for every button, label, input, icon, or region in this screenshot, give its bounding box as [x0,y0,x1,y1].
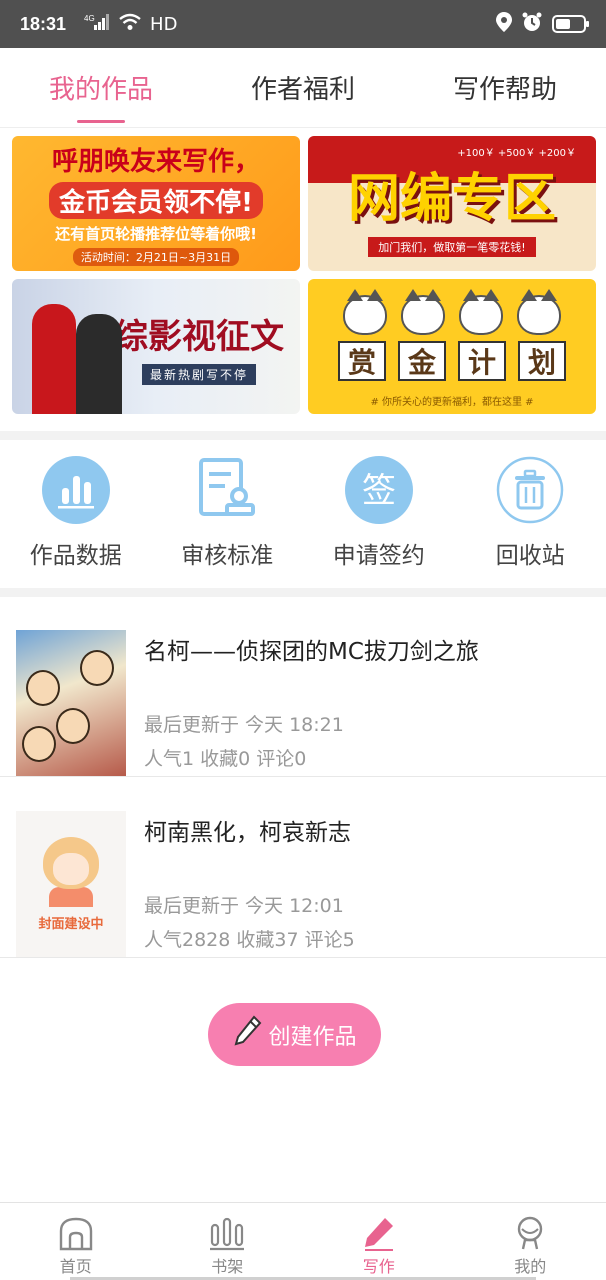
nav-profile[interactable]: 我的 [455,1203,606,1280]
alarm-icon [522,12,542,37]
location-icon [496,11,512,37]
document-stamp-icon [193,456,261,524]
banner-bounty-title: 赏 金 计 划 [338,340,566,381]
tab-author-benefits[interactable]: 作者福利 [202,48,404,127]
shortcut-apply-contract[interactable]: 签 申请签约 [303,440,455,588]
tab-my-works[interactable]: 我的作品 [0,48,202,127]
home-icon [56,1213,96,1253]
banner-grid: 呼朋唤友来写作， 金币会员领不停! 还有首页轮播推荐位等着你哦! 活动时间：2月… [12,136,596,414]
nav-write[interactable]: 写作 [303,1203,455,1280]
banner-tv-figures [26,296,136,414]
bounty-char: 赏 [338,340,386,381]
cat-icon [401,288,445,335]
svg-text:签: 签 [362,471,396,511]
shortcut-recycle-bin[interactable]: 回收站 [455,440,606,588]
work-cover-placeholder: 封面建设中 [16,811,126,957]
banner-invite-line1: 呼朋唤友来写作， [51,147,260,177]
banner-tv-subtitle: 最新热剧写不停 [141,363,256,385]
shortcut-row: 作品数据 审核标准 签 申请签约 回收站 [0,440,606,588]
figure-red [32,304,76,414]
banner-invite-date: 活动时间：2月21日~3月31日 [72,248,240,266]
bounty-char: 金 [398,340,446,381]
work-updated: 最后更新于 今天 12:01 [144,895,344,917]
banner-editor-title: 网编专区 [347,169,556,229]
create-work-button[interactable]: 创建作品 [208,1003,381,1066]
trash-icon [496,456,564,524]
banner-tv-title: 综影视征文 [114,316,284,357]
wifi-icon [118,13,142,36]
top-tabs: 我的作品 作者福利 写作帮助 [0,48,606,128]
avatar-face [53,852,89,885]
work-updated: 最后更新于 今天 18:21 [144,714,344,736]
nav-bookshelf[interactable]: 书架 [152,1203,304,1280]
banner-cats [343,288,561,335]
section-divider [0,431,606,440]
work-title: 柯南黑化，柯哀新志 [144,820,351,846]
bookshelf-icon [207,1213,247,1253]
network-label: 4G [84,14,95,23]
work-item[interactable]: 封面建设中 柯南黑化，柯哀新志 最后更新于 今天 12:01 人气2828 收藏… [0,777,606,958]
cat-icon [517,288,561,335]
nav-label: 首页 [59,1257,92,1276]
work-cover-image [16,630,126,776]
banner-invite-line3: 还有首页轮播推荐位等着你哦! [55,225,257,243]
profile-icon [510,1213,550,1253]
cover-placeholder-text: 封面建设中 [38,916,104,932]
shortcut-label: 审核标准 [181,543,274,569]
nav-label: 我的 [514,1257,547,1276]
bar-chart-icon [41,456,110,524]
banner-editor-note: +100￥ +500￥ +200￥ [457,148,576,159]
signal-icon: 4G [84,13,110,36]
bottom-nav: 首页 书架 写作 我的 [0,1202,606,1280]
banner-bounty-note: # 你所关心的更新福利，都在这里 # [370,397,534,408]
work-stats: 人气1 收藏0 评论0 [144,748,307,770]
battery-fill [556,19,571,29]
create-work-label: 创建作品 [268,1024,357,1050]
cat-icon [343,288,387,335]
bounty-char: 划 [518,340,566,381]
work-item[interactable]: 名柯——侦探团的MC拔刀剑之旅 最后更新于 今天 18:21 人气1 收藏0 评… [0,596,606,777]
nav-label: 书架 [211,1257,244,1276]
pen-icon [359,1213,399,1253]
shortcut-label: 申请签约 [332,543,425,569]
work-title: 名柯——侦探团的MC拔刀剑之旅 [144,639,479,665]
shortcut-label: 作品数据 [29,543,122,569]
character-face [56,708,90,744]
shortcut-review-standard[interactable]: 审核标准 [152,440,304,588]
status-bar: 18:31 4G HD [0,0,606,48]
shortcut-work-data[interactable]: 作品数据 [0,440,152,588]
figure-black [76,314,122,414]
shortcut-label: 回收站 [495,543,565,569]
avatar-body [49,886,93,907]
character-face [22,726,56,762]
banner-invite-friends[interactable]: 呼朋唤友来写作， 金币会员领不停! 还有首页轮播推荐位等着你哦! 活动时间：2月… [12,136,300,271]
wifi-label: HD [150,13,178,35]
banner-editor-subtitle: 加门我们，做取第一笔零花钱! [368,237,536,257]
character-face [80,650,114,686]
cat-icon [459,288,503,335]
character-face [26,670,60,706]
avatar-head [43,836,99,889]
status-time: 18:31 [20,13,67,34]
nav-label: 写作 [362,1257,395,1276]
pencil-icon [232,1015,262,1055]
nav-home[interactable]: 首页 [0,1203,152,1280]
bounty-char: 计 [458,340,506,381]
work-stats: 人气2828 收藏37 评论5 [144,929,355,951]
battery-icon [552,15,589,33]
banner-editor-zone[interactable]: +100￥ +500￥ +200￥ 网编专区 加门我们，做取第一笔零花钱! [308,136,596,271]
sign-icon: 签 [344,456,413,524]
banner-tv-contest[interactable]: 综影视征文 最新热剧写不停 [12,279,300,414]
banner-invite-line2: 金币会员领不停! [49,182,263,219]
works-list: 名柯——侦探团的MC拔刀剑之旅 最后更新于 今天 18:21 人气1 收藏0 评… [0,596,606,958]
banner-bounty-plan[interactable]: 赏 金 计 划 # 你所关心的更新福利，都在这里 # [308,279,596,414]
tab-writing-help[interactable]: 写作帮助 [404,48,606,127]
